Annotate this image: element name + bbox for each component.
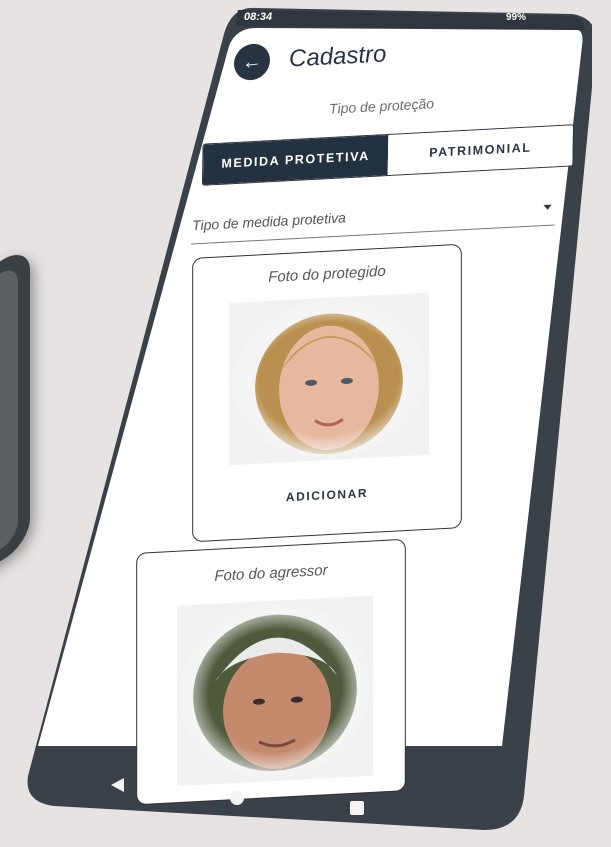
phone-device: 08:34 99% ← Cadastro Tipo de proteção ME…: [24, 6, 592, 834]
option-patrimonial[interactable]: PATRIMONIAL: [387, 125, 574, 176]
dropdown-caret-icon: [543, 204, 552, 210]
option-medida-protetiva[interactable]: MEDIDA PROTETIVA: [202, 134, 389, 185]
protected-photo-title: Foto do protegido: [268, 262, 386, 286]
status-battery: 99%: [506, 12, 527, 23]
protected-photo: [229, 292, 429, 466]
android-nav-bar: [29, 746, 489, 818]
measure-type-label: Tipo de medida protetiva: [191, 209, 347, 234]
home-circle-icon[interactable]: [229, 790, 245, 806]
arrow-left-icon: ←: [242, 49, 262, 74]
recents-square-icon[interactable]: [349, 800, 365, 816]
back-triangle-icon[interactable]: [109, 776, 127, 794]
status-time: 08:34: [244, 11, 273, 23]
add-protected-photo-button[interactable]: ADICIONAR: [193, 481, 461, 509]
protected-photo-card: Foto do protegido ADICIONAR: [192, 243, 462, 543]
background-phone-screen: [0, 262, 18, 579]
aggressor-photo-title: Foto do agressor: [214, 561, 328, 585]
page-title: Cadastro: [288, 40, 388, 73]
